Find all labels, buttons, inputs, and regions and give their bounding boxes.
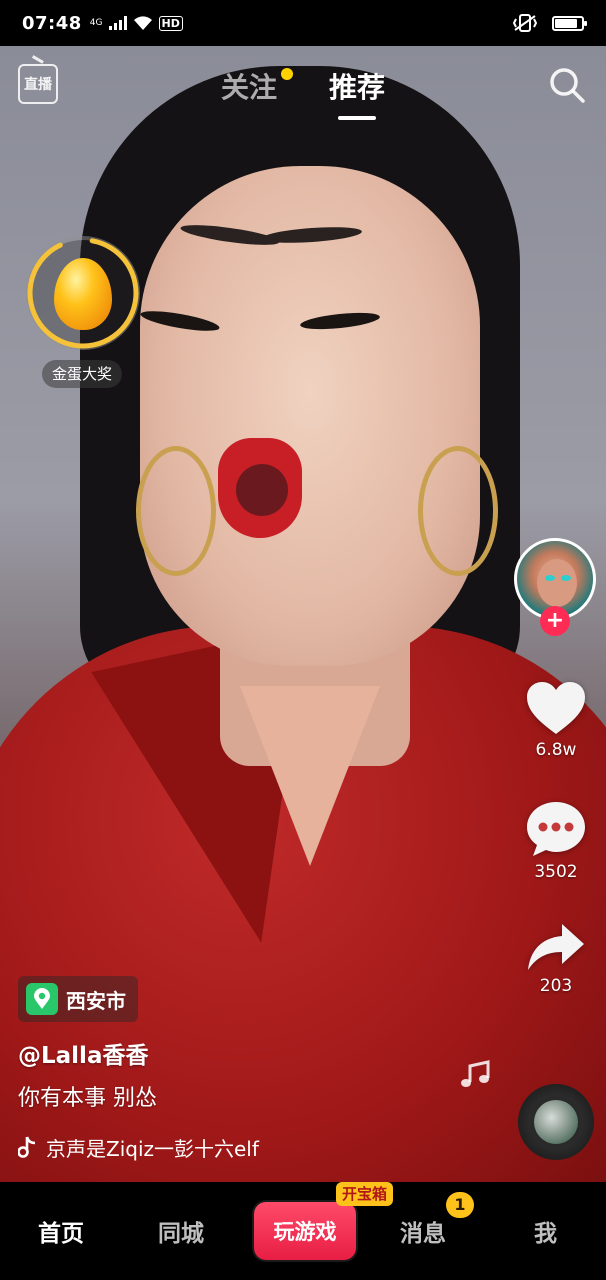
sound-ticker[interactable]: 京声是Ziqiz一彭十六elf bbox=[18, 1132, 338, 1162]
tab-following-label: 关注 bbox=[220, 71, 277, 104]
comment-count: 3502 bbox=[534, 862, 578, 882]
search-icon[interactable] bbox=[548, 66, 586, 104]
video-caption: 你有本事 别怂 bbox=[18, 1086, 157, 1111]
top-nav: 直播 关注 推荐 bbox=[0, 56, 606, 120]
battery-icon bbox=[552, 15, 587, 31]
tab-following[interactable]: 关注 bbox=[220, 66, 293, 106]
nav-city[interactable]: 同城 bbox=[158, 1214, 204, 1248]
live-icon[interactable]: 直播 bbox=[18, 64, 58, 104]
network-type: 4G bbox=[89, 18, 103, 28]
location-text: 西安市 bbox=[66, 988, 126, 1013]
signal-icon bbox=[108, 16, 127, 30]
play-games-button[interactable]: 玩游戏 bbox=[254, 1202, 356, 1260]
music-cover bbox=[534, 1100, 578, 1144]
like-count: 6.8w bbox=[535, 740, 577, 760]
egg-label: 金蛋大奖 bbox=[42, 360, 123, 388]
status-network: 4G HD bbox=[90, 15, 183, 31]
live-label: 直播 bbox=[24, 77, 52, 93]
tab-recommended-label: 推荐 bbox=[329, 71, 386, 104]
music-note-icon bbox=[461, 1060, 490, 1087]
new-content-dot bbox=[281, 68, 293, 80]
sound-title: 京声是Ziqiz一彭十六elf bbox=[46, 1136, 279, 1161]
heart-icon bbox=[527, 682, 585, 734]
share-button[interactable]: 203 bbox=[520, 922, 592, 996]
treasure-badge[interactable]: 开宝箱 bbox=[336, 1182, 394, 1206]
music-disc[interactable] bbox=[518, 1084, 594, 1160]
follow-plus: + bbox=[545, 608, 565, 633]
wifi-icon bbox=[133, 16, 152, 30]
status-bar: 07:48 4G HD bbox=[0, 0, 606, 46]
play-games-label: 玩游戏 bbox=[273, 1220, 337, 1244]
like-button[interactable]: 6.8w bbox=[520, 680, 592, 760]
comment-button[interactable]: 3502 bbox=[520, 800, 592, 882]
vibrate-icon bbox=[512, 14, 538, 32]
follow-button[interactable]: + bbox=[540, 606, 570, 636]
nav-me[interactable]: 我 bbox=[534, 1214, 557, 1248]
hd-badge: HD bbox=[158, 15, 183, 31]
bottom-nav: 首页 同城 玩游戏 消息 1 我 bbox=[0, 1182, 606, 1280]
messages-badge: 1 bbox=[446, 1192, 474, 1218]
tiktok-note-icon bbox=[18, 1136, 36, 1158]
location-pin-icon bbox=[26, 983, 58, 1015]
comment-icon bbox=[527, 802, 585, 856]
creator-username[interactable]: @Lalla香香 bbox=[18, 1036, 148, 1070]
golden-egg-button[interactable] bbox=[26, 236, 140, 350]
nav-messages[interactable]: 消息 bbox=[400, 1214, 446, 1248]
tab-recommended[interactable]: 推荐 bbox=[329, 66, 386, 120]
location-tag[interactable]: 西安市 bbox=[18, 976, 138, 1022]
status-time: 07:48 bbox=[22, 12, 82, 34]
share-icon bbox=[528, 924, 584, 970]
share-count: 203 bbox=[539, 976, 573, 996]
nav-home[interactable]: 首页 bbox=[38, 1214, 84, 1248]
